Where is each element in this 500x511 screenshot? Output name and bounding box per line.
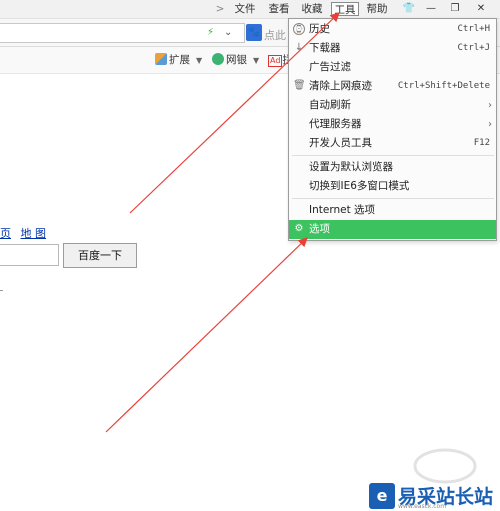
watermark-url: www.easck.com: [398, 503, 447, 510]
arrow-to-options: [105, 237, 308, 433]
watermark-logo-icon: e: [369, 483, 395, 509]
annotation-arrows: [105, 12, 340, 433]
arrow-to-tools-menu: [129, 12, 340, 214]
